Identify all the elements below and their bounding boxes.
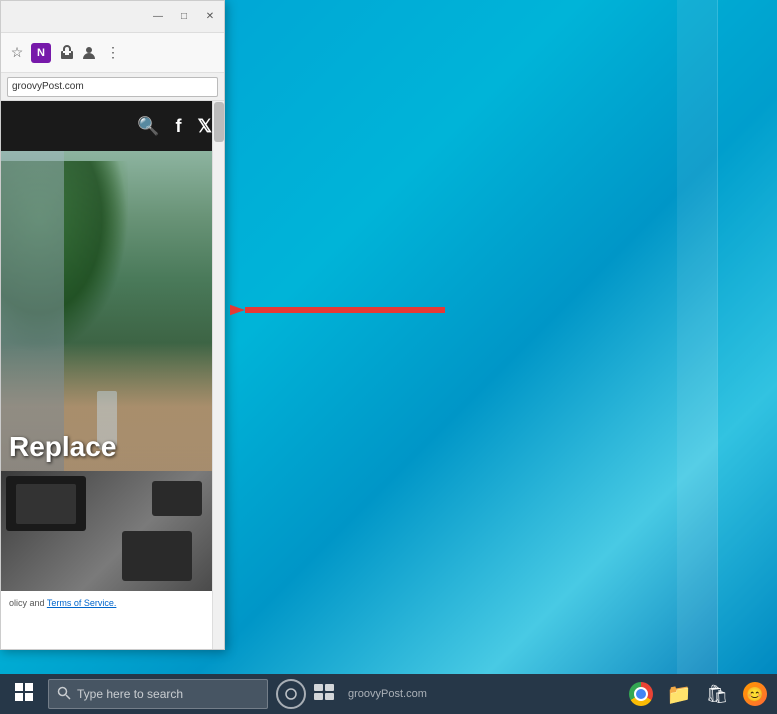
- browser-content: 🔍 f 𝕏 Replace olicy and Terms of Service…: [1, 101, 224, 649]
- bookmark-icon[interactable]: ☆: [7, 43, 27, 63]
- close-button[interactable]: ✕: [204, 11, 216, 23]
- title-bar-buttons: — □ ✕: [152, 11, 216, 23]
- search-icon[interactable]: 🔍: [137, 116, 159, 137]
- chrome-taskbar-icon[interactable]: [623, 676, 659, 712]
- chrome-logo-icon: [629, 682, 653, 706]
- footer-text: olicy and Terms of Service.: [1, 591, 224, 616]
- hero-text-container: Replace: [1, 423, 212, 471]
- twitter-icon[interactable]: 𝕏: [197, 116, 212, 137]
- site-header-bar: 🔍 f 𝕏: [1, 101, 224, 151]
- taskbar-search[interactable]: Type here to search: [48, 679, 268, 709]
- task-view-button[interactable]: [310, 684, 338, 705]
- taskbar-domain-label: groovyPost.com: [342, 688, 433, 700]
- avatar-icon: 😊: [743, 682, 767, 706]
- title-bar: — □ ✕: [1, 1, 224, 33]
- scrollbar-thumb[interactable]: [214, 102, 224, 142]
- windows-logo-icon: [15, 683, 33, 706]
- user-avatar-taskbar[interactable]: 😊: [737, 676, 773, 712]
- desktop-right-panel: [717, 0, 777, 674]
- scrollbar[interactable]: [212, 101, 224, 649]
- laptop-decoration: [122, 531, 192, 581]
- account-icon[interactable]: [79, 43, 99, 63]
- taskbar-search-text: Type here to search: [77, 687, 183, 701]
- address-bar[interactable]: groovyPost.com: [7, 77, 218, 97]
- extensions-icon[interactable]: [55, 43, 75, 63]
- taskbar: Type here to search groovyPost.com 📁 🛍: [0, 674, 777, 714]
- store-icon: 🛍: [706, 684, 729, 705]
- address-bar-row: groovyPost.com: [1, 73, 224, 101]
- second-image: [1, 471, 212, 591]
- url-text: groovyPost.com: [12, 81, 84, 92]
- avatar-emoji: 😊: [746, 686, 763, 703]
- maximize-button[interactable]: □: [178, 11, 190, 23]
- terms-link[interactable]: Terms of Service.: [47, 598, 117, 608]
- file-explorer-taskbar-icon[interactable]: 📁: [661, 676, 697, 712]
- menu-icon[interactable]: ⋮: [103, 43, 123, 63]
- taskbar-search-icon: [57, 686, 71, 703]
- browser-window: — □ ✕ ☆ N ⋮ groovyPost.com 🔍: [0, 0, 225, 650]
- store-taskbar-icon[interactable]: 🛍: [699, 676, 735, 712]
- hero-image: Replace: [1, 151, 212, 471]
- start-button[interactable]: [4, 674, 44, 714]
- minimize-button[interactable]: —: [152, 11, 164, 23]
- cortana-button[interactable]: [276, 679, 306, 709]
- onenote-extension-icon[interactable]: N: [31, 43, 51, 63]
- taskbar-system-tray: 📁 🛍 😊: [623, 676, 773, 712]
- footer-prefix: olicy and: [9, 598, 47, 608]
- tablet-screen: [16, 484, 76, 524]
- browser-toolbar: ☆ N ⋮: [1, 33, 224, 73]
- folder-icon: 📁: [667, 682, 692, 707]
- tablet-decoration: [6, 476, 86, 531]
- hero-heading: Replace: [9, 431, 204, 463]
- facebook-icon[interactable]: f: [175, 116, 181, 137]
